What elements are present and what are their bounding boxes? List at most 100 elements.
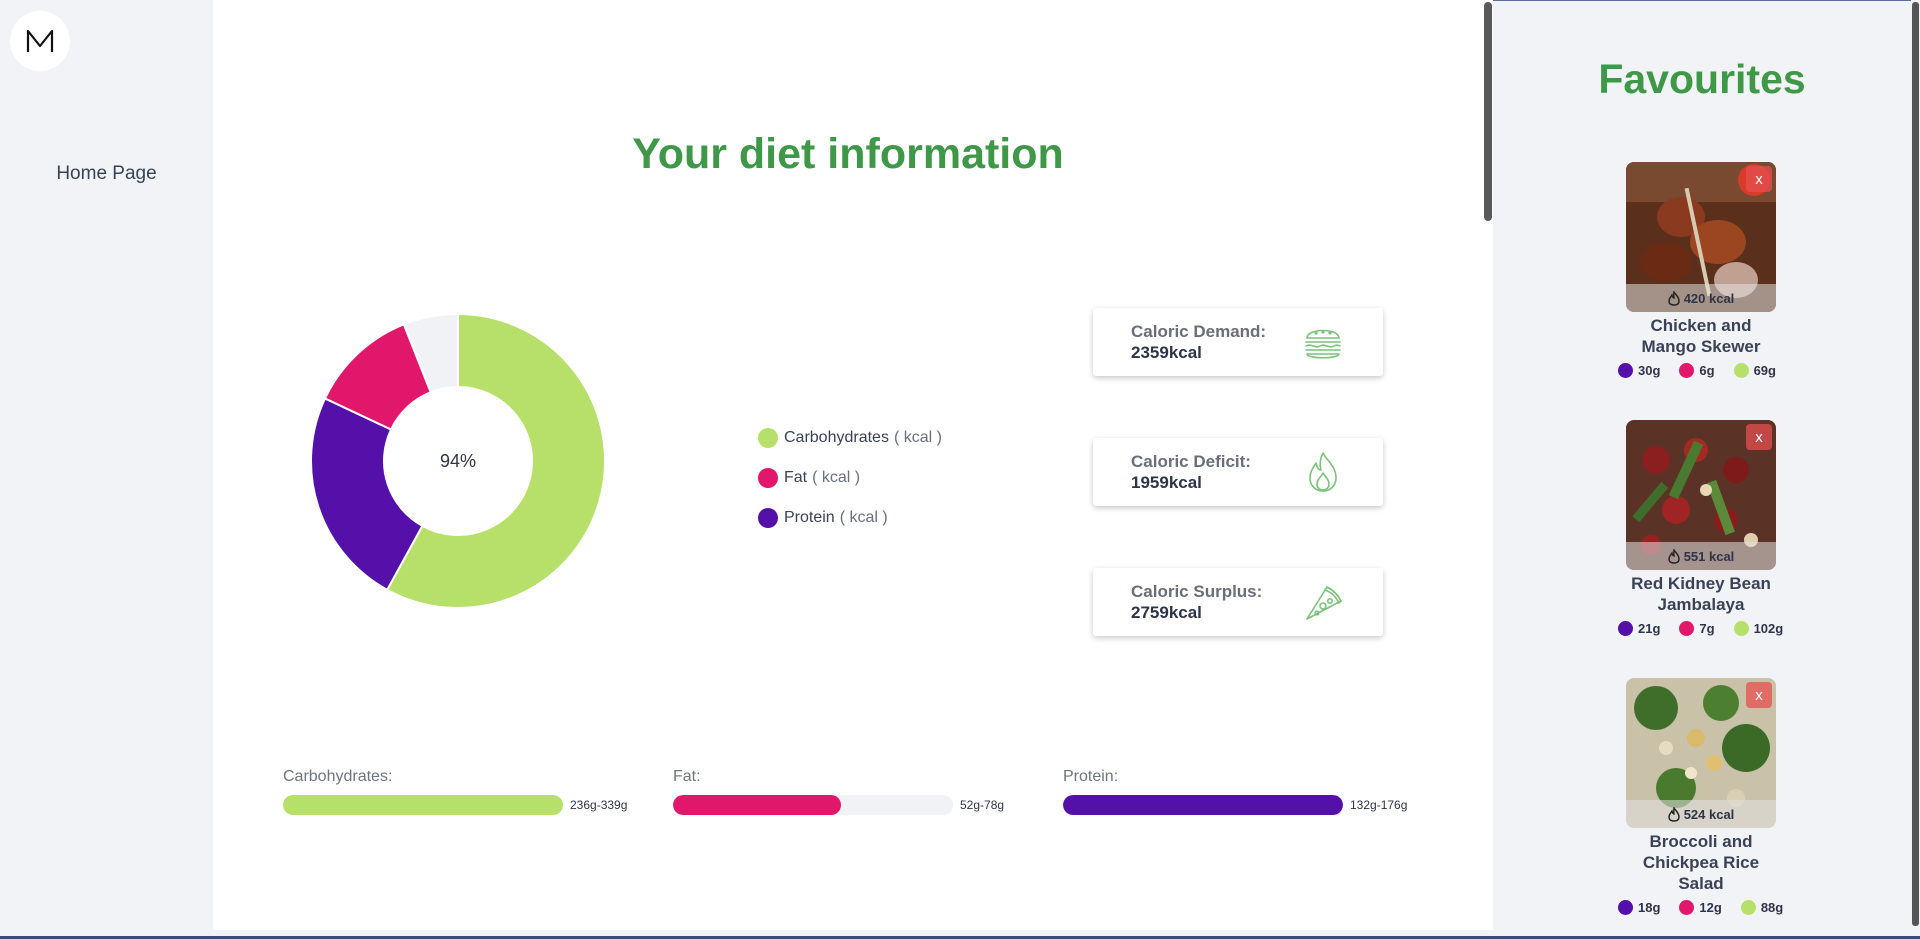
recipe-macros: 30g 6g 69g: [1618, 363, 1795, 378]
remove-favourite-button[interactable]: x: [1746, 682, 1772, 708]
recipe-name-line: Jambalaya: [1657, 595, 1745, 614]
fat-dot-icon: [1679, 900, 1695, 915]
macro-range: 132g-176g: [1350, 798, 1408, 812]
flame-icon: [1667, 806, 1680, 822]
fat-macro: Fat: 52g-78g: [673, 768, 1004, 815]
remove-favourite-button[interactable]: x: [1746, 166, 1772, 192]
fat-value: 12g: [1699, 900, 1722, 915]
carbs-amount: 69g: [1733, 363, 1776, 378]
legend-unit: ( kcal ): [893, 429, 942, 446]
macro-label: Protein:: [1063, 768, 1119, 785]
protein-value: 30g: [1638, 363, 1661, 378]
flame-icon: [1667, 548, 1680, 564]
main-scrollbar-thumb[interactable]: [1484, 2, 1492, 221]
pizza-icon: [1306, 586, 1342, 620]
recipe-name-line: Salad: [1678, 874, 1724, 893]
recipe-kcal-badge: 420 kcal: [1626, 284, 1776, 312]
card-label: Caloric Demand:: [1131, 322, 1267, 341]
recipe-name[interactable]: Broccoli and Chickpea Rice Salad: [1603, 831, 1799, 894]
recipe-photo[interactable]: 524 kcal x: [1626, 678, 1776, 828]
carbs-amount: 102g: [1733, 621, 1784, 636]
flame-icon: [1667, 290, 1680, 306]
recipe-name-line: Broccoli and: [1649, 832, 1753, 851]
carbs-value: 102g: [1753, 621, 1784, 636]
favourites-title: Favourites: [1598, 56, 1806, 102]
legend-label: Fat: [784, 469, 808, 486]
protein-amount: 30g: [1618, 363, 1660, 378]
macro-label: Carbohydrates:: [283, 768, 393, 785]
fat-amount: 6g: [1679, 363, 1715, 378]
caloric-deficit-card: Caloric Deficit: 1959kcal: [1093, 438, 1383, 506]
fat-dot-icon: [1679, 363, 1695, 378]
card-value: 2359kcal: [1131, 343, 1202, 362]
page-title: Your diet information: [632, 130, 1064, 178]
carbohydrates-macro: Carbohydrates: 236g-339g: [283, 768, 627, 815]
carbs-dot-icon: [1733, 621, 1749, 636]
legend-label: Protein: [784, 509, 835, 526]
legend-unit: ( kcal ): [839, 509, 888, 526]
sidebar: Home Page: [0, 0, 213, 939]
card-value: 1959kcal: [1131, 473, 1202, 492]
protein-macro: Protein: 132g-176g: [1063, 768, 1407, 815]
caloric-surplus-card: Caloric Surplus: 2759kcal: [1093, 568, 1383, 636]
kcal-value: 551 kcal: [1683, 548, 1735, 564]
card-label: Caloric Surplus:: [1131, 582, 1263, 601]
protein-value: 21g: [1638, 621, 1661, 636]
macro-donut-chart: [310, 312, 606, 609]
kcal-value: 524 kcal: [1683, 806, 1735, 822]
carbohydrates-progress-fill: [283, 795, 563, 815]
protein-dot-icon: [1618, 621, 1633, 636]
fat-amount: 7g: [1679, 621, 1715, 636]
remove-favourite-button[interactable]: x: [1746, 424, 1772, 450]
chart-legend: Carbohydrates ( kcal ) Fat ( kcal ) Prot…: [758, 418, 942, 538]
main-panel: Your diet information 94% Carbohydrates …: [213, 0, 1483, 930]
legend-label: Carbohydrates: [784, 429, 889, 446]
protein-dot-icon: [1618, 900, 1633, 915]
flame-icon: [1309, 452, 1337, 492]
fat-progress-fill: [673, 795, 841, 815]
fat-progress-track: [673, 795, 953, 815]
fat-value: 7g: [1699, 621, 1715, 636]
protein-dot-icon: [1618, 363, 1633, 378]
protein-progress-fill: [1063, 795, 1343, 815]
logo[interactable]: [10, 11, 70, 71]
carbs-value: 88g: [1760, 900, 1784, 915]
fat-amount: 12g: [1679, 900, 1722, 915]
nav-home-page[interactable]: Home Page: [0, 163, 213, 185]
card-label: Caloric Deficit:: [1131, 452, 1251, 471]
protein-dot-icon: [758, 508, 778, 528]
recipe-name[interactable]: Red Kidney Bean Jambalaya: [1603, 573, 1799, 615]
recipe-photo[interactable]: 551 kcal x: [1626, 420, 1776, 570]
macro-label: Fat:: [673, 768, 701, 785]
recipe-name-line: Mango Skewer: [1641, 337, 1761, 356]
recipe-name-line: Chicken and: [1650, 316, 1752, 335]
logo-m-icon: [26, 29, 54, 52]
recipe-name-line: Chickpea Rice: [1642, 853, 1760, 872]
legend-item-carbohydrates[interactable]: Carbohydrates ( kcal ): [758, 418, 942, 458]
recipe-name[interactable]: Chicken and Mango Skewer: [1603, 315, 1799, 357]
card-value: 2759kcal: [1131, 603, 1202, 622]
carbs-value: 69g: [1753, 363, 1776, 378]
recipe-kcal-badge: 551 kcal: [1626, 542, 1776, 570]
carbs-dot-icon: [1733, 363, 1749, 378]
recipe-macros: 21g 7g 102g: [1618, 621, 1802, 636]
recipe-macros: 18g 12g 88g: [1618, 900, 1802, 915]
caloric-demand-card: Caloric Demand: 2359kcal: [1093, 308, 1383, 376]
page-scrollbar-thumb[interactable]: [1912, 2, 1919, 926]
legend-item-protein[interactable]: Protein ( kcal ): [758, 498, 942, 538]
recipe-photo[interactable]: 420 kcal x: [1626, 162, 1776, 312]
carbs-amount: 88g: [1740, 900, 1784, 915]
burger-icon: [1305, 329, 1341, 359]
carbohydrates-dot-icon: [758, 428, 778, 448]
macro-range: 236g-339g: [570, 798, 628, 812]
fat-dot-icon: [1679, 621, 1695, 636]
recipe-kcal-badge: 524 kcal: [1626, 800, 1776, 828]
carbohydrates-progress-track: [283, 795, 563, 815]
fat-value: 6g: [1699, 363, 1715, 378]
kcal-value: 420 kcal: [1683, 290, 1735, 306]
protein-amount: 21g: [1618, 621, 1660, 636]
macro-range: 52g-78g: [960, 798, 1005, 812]
legend-item-fat[interactable]: Fat ( kcal ): [758, 458, 942, 498]
carbs-dot-icon: [1740, 900, 1756, 915]
fat-dot-icon: [758, 468, 778, 488]
